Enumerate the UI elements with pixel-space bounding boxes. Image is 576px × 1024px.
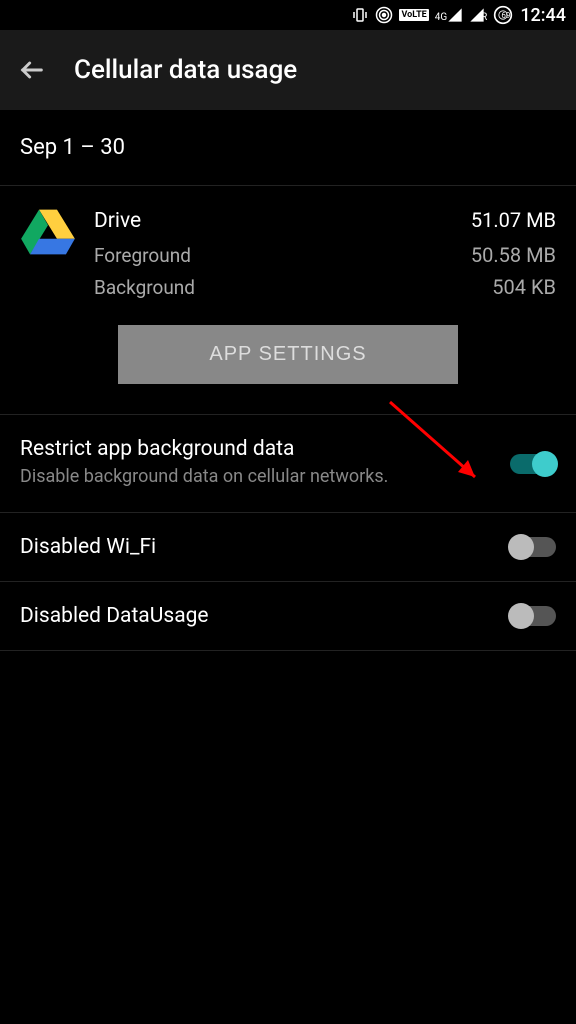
foreground-value: 50.58 MB: [471, 239, 556, 271]
page-title: Cellular data usage: [74, 55, 297, 85]
volte-badge: VoLTE: [399, 9, 428, 21]
app-settings-button[interactable]: APP SETTINGS: [118, 325, 458, 384]
foreground-label: Foreground: [94, 241, 191, 271]
toggle-restrict-background[interactable]: Restrict app background data Disable bac…: [0, 415, 576, 511]
toggle-title: Restrict app background data: [20, 437, 494, 461]
roaming-label: R: [481, 12, 487, 23]
signal-4g-icon: 4G: [435, 7, 463, 23]
toggle-title: Disabled DataUsage: [20, 604, 494, 628]
date-range[interactable]: Sep 1 – 30: [0, 110, 576, 185]
hotspot-icon: [375, 6, 393, 24]
background-value: 504 KB: [492, 271, 556, 303]
toggle-disabled-wifi[interactable]: Disabled Wi_Fi: [0, 513, 576, 581]
toggle-switch[interactable]: [510, 606, 556, 626]
drive-app-icon: [20, 204, 76, 260]
signal-roaming-icon: R: [469, 7, 487, 23]
battery-percent: 69: [501, 11, 510, 20]
toggle-subtitle: Disable background data on cellular netw…: [20, 465, 494, 489]
app-usage-card: Drive 51.07 MB Foreground 50.58 MB Backg…: [0, 186, 576, 325]
clock: 12:44: [520, 5, 566, 26]
back-arrow-icon[interactable]: [18, 56, 46, 84]
app-header: Cellular data usage: [0, 30, 576, 110]
vibrate-icon: [351, 6, 369, 24]
toggle-disabled-data-usage[interactable]: Disabled DataUsage: [0, 582, 576, 650]
network-label: 4G: [435, 12, 447, 23]
status-bar: VoLTE 4G R 69 12:44: [0, 0, 576, 30]
background-label: Background: [94, 273, 195, 303]
toggle-switch[interactable]: [510, 537, 556, 557]
app-total-usage: 51.07 MB: [471, 204, 556, 236]
toggle-title: Disabled Wi_Fi: [20, 535, 494, 559]
app-name: Drive: [94, 205, 141, 239]
toggle-switch[interactable]: [510, 454, 556, 474]
